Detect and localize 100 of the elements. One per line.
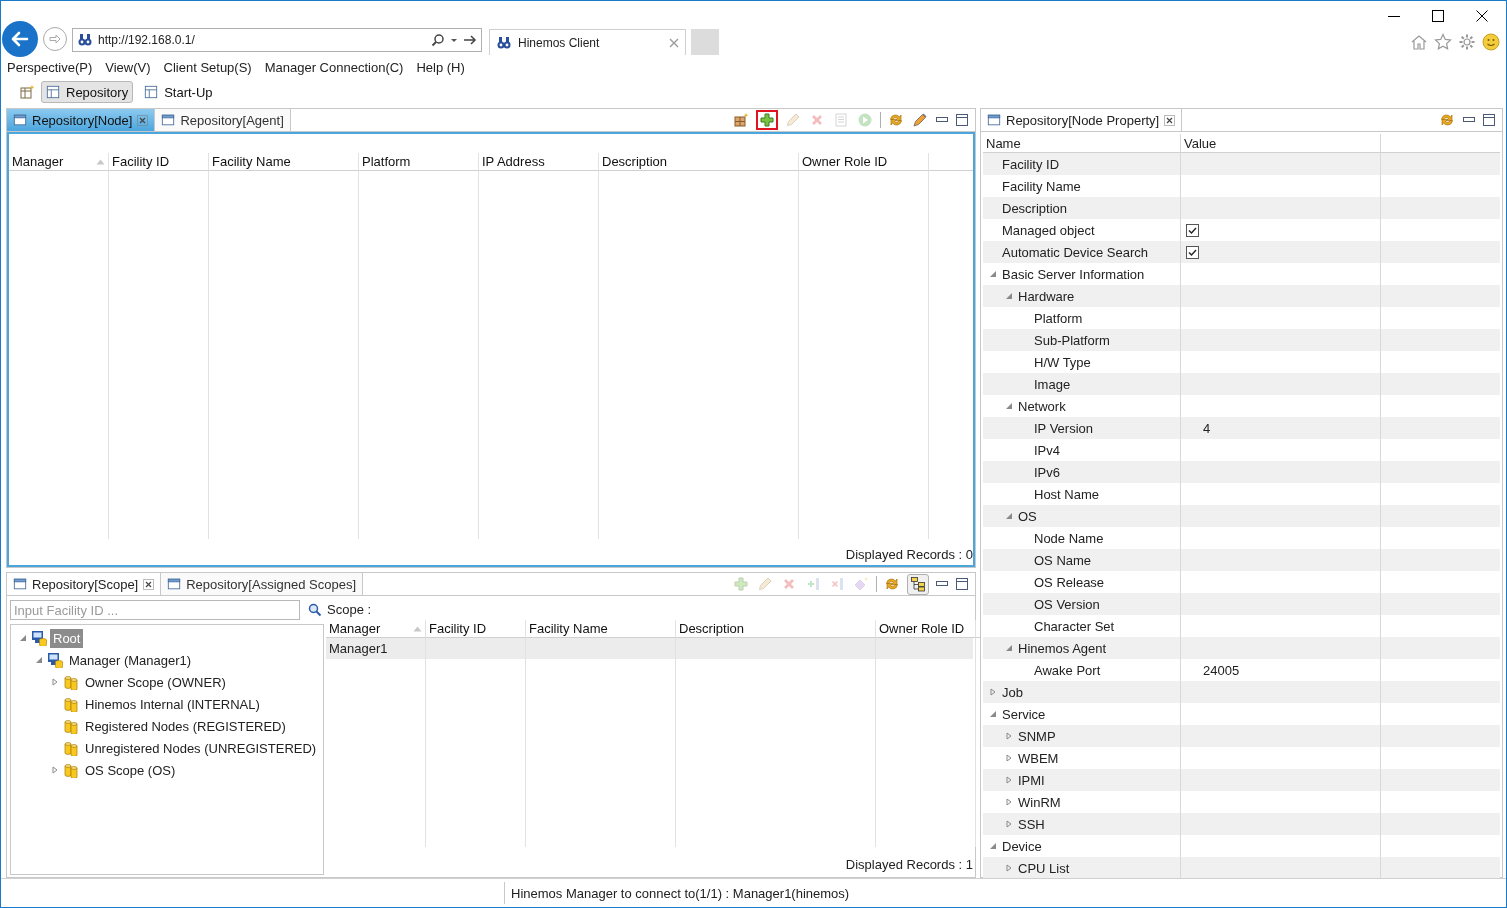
settings-icon[interactable] — [1458, 33, 1476, 51]
property-row[interactable]: Description — [983, 197, 1500, 219]
minimize-icon[interactable] — [935, 115, 949, 125]
open-perspective-icon[interactable] — [19, 84, 35, 100]
close-icon[interactable] — [1164, 114, 1176, 126]
close-icon[interactable] — [1476, 10, 1488, 22]
close-icon[interactable] — [143, 578, 155, 590]
checkbox[interactable] — [1186, 223, 1199, 237]
property-row[interactable]: Image — [983, 373, 1500, 395]
property-row[interactable]: OS Name — [983, 549, 1500, 571]
property-row[interactable]: IP Version 4 — [983, 417, 1500, 439]
tab[interactable]: Repository[Agent] — [155, 109, 291, 131]
column-header[interactable]: Value — [1184, 135, 1217, 151]
column-header[interactable]: Facility ID — [112, 154, 170, 169]
expanded-icon[interactable] — [1004, 402, 1013, 410]
search-field[interactable]: Input Facility ID ... — [10, 600, 300, 620]
smiley-icon[interactable] — [1482, 33, 1500, 51]
menu-item[interactable]: Perspective(P) — [7, 60, 93, 75]
menu-item[interactable]: Help (H) — [416, 60, 465, 75]
perspective-button[interactable]: Repository — [41, 81, 134, 103]
expanded-icon[interactable] — [34, 656, 43, 664]
star-icon[interactable] — [1434, 33, 1452, 51]
column-header[interactable]: Facility Name — [529, 621, 608, 636]
perspective-button[interactable]: Start-Up — [139, 81, 218, 103]
collapsed-icon[interactable] — [1004, 820, 1013, 828]
expanded-icon[interactable] — [1004, 644, 1013, 652]
property-row[interactable]: IPv6 — [983, 461, 1500, 483]
collapsed-icon[interactable] — [50, 678, 59, 686]
column-header[interactable]: Facility Name — [212, 154, 291, 169]
column-header[interactable]: Owner Role ID — [802, 154, 888, 169]
column-header[interactable]: Description — [602, 154, 668, 169]
grid-icon[interactable] — [732, 111, 750, 129]
property-row[interactable]: OS Version — [983, 593, 1500, 615]
menu-item[interactable]: Manager Connection(C) — [264, 60, 404, 75]
maximize-icon[interactable] — [1482, 113, 1496, 127]
collapsed-icon[interactable] — [988, 688, 997, 696]
tree-item[interactable]: Unregistered Nodes (UNREGISTERED) — [82, 738, 320, 758]
expanded-icon[interactable] — [1004, 512, 1013, 520]
expanded-icon[interactable] — [988, 270, 997, 278]
property-row[interactable]: SNMP — [983, 725, 1500, 747]
column-header[interactable]: Facility ID — [429, 621, 487, 636]
property-row[interactable]: Sub-Platform — [983, 329, 1500, 351]
sort-icon[interactable] — [413, 625, 422, 632]
expanded-icon[interactable] — [1004, 292, 1013, 300]
collapsed-icon[interactable] — [1004, 732, 1013, 740]
tree-item[interactable]: Owner Scope (OWNER) — [82, 672, 229, 692]
pen-icon[interactable] — [911, 111, 929, 129]
refresh-icon[interactable] — [887, 111, 905, 129]
maximize-icon[interactable] — [1432, 10, 1444, 22]
minimize-icon[interactable] — [1462, 115, 1476, 125]
menu-item[interactable]: Client Setup(S) — [163, 60, 252, 75]
tree-item[interactable]: Manager (Manager1) — [66, 650, 195, 670]
collapsed-icon[interactable] — [50, 766, 59, 774]
expanded-icon[interactable] — [988, 842, 997, 850]
table-row[interactable]: Manager1 — [326, 638, 973, 659]
column-header[interactable]: Manager — [12, 154, 64, 169]
column-header[interactable]: Owner Role ID — [879, 621, 965, 636]
tab[interactable]: Repository[Assigned Scopes] — [161, 573, 364, 595]
property-row[interactable]: SSH — [983, 813, 1500, 835]
search-icon[interactable] — [431, 33, 445, 47]
property-row[interactable]: Automatic Device Search — [983, 241, 1500, 263]
maximize-icon[interactable] — [955, 113, 969, 127]
column-header[interactable]: IP Address — [482, 154, 545, 169]
refresh-icon[interactable] — [883, 575, 901, 593]
menu-item[interactable]: View(V) — [105, 60, 151, 75]
property-row[interactable]: OS — [983, 505, 1500, 527]
property-row[interactable]: Job — [983, 681, 1500, 703]
go-icon[interactable] — [463, 33, 477, 47]
search-icon[interactable] — [308, 603, 322, 617]
tree-item[interactable]: Hinemos Internal (INTERNAL) — [82, 694, 263, 714]
tree-item[interactable]: Registered Nodes (REGISTERED) — [82, 716, 289, 736]
property-row[interactable]: Hinemos Agent — [983, 637, 1500, 659]
collapsed-icon[interactable] — [1004, 776, 1013, 784]
collapsed-icon[interactable] — [1004, 864, 1013, 872]
tab[interactable]: Repository[Node] — [7, 109, 156, 131]
sort-icon[interactable] — [96, 158, 105, 165]
tree-item[interactable]: OS Scope (OS) — [82, 760, 179, 780]
property-row[interactable]: Facility ID — [983, 153, 1500, 175]
expanded-icon[interactable] — [18, 634, 27, 642]
tree-icon[interactable] — [907, 573, 929, 595]
property-row[interactable]: CPU List — [983, 857, 1500, 879]
column-header[interactable]: Manager — [329, 621, 381, 636]
maximize-icon[interactable] — [955, 577, 969, 591]
property-row[interactable]: Hardware — [983, 285, 1500, 307]
checkbox[interactable] — [1186, 245, 1199, 259]
minimize-icon[interactable] — [935, 579, 949, 589]
expanded-icon[interactable] — [988, 710, 997, 718]
collapsed-icon[interactable] — [1004, 754, 1013, 762]
property-row[interactable]: IPMI — [983, 769, 1500, 791]
column-header[interactable]: Name — [986, 135, 1021, 151]
column-header[interactable]: Description — [679, 621, 745, 636]
column-header[interactable]: Platform — [362, 154, 411, 169]
forward-button[interactable] — [43, 27, 67, 51]
plus-icon[interactable] — [756, 110, 778, 130]
browser-tab[interactable]: Hinemos Client — [489, 29, 686, 55]
collapsed-icon[interactable] — [1004, 798, 1013, 806]
back-button[interactable] — [2, 21, 38, 57]
refresh-icon[interactable] — [1438, 111, 1456, 129]
home-icon[interactable] — [1410, 33, 1428, 51]
address-field[interactable]: http://192.168.0.1/ — [72, 28, 482, 52]
